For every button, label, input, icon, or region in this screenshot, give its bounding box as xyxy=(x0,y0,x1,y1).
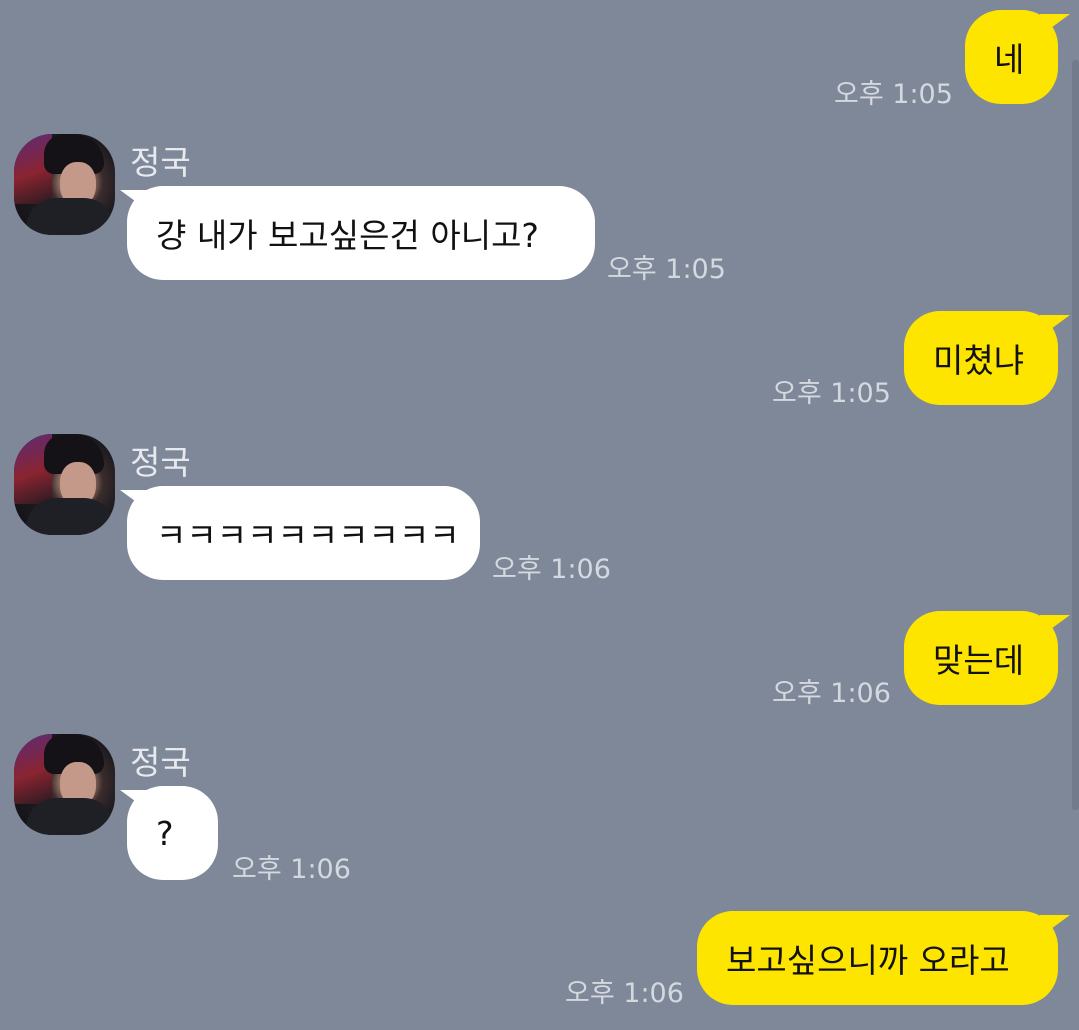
message-text: 걍 내가 보고싶은건 아니고? xyxy=(156,216,539,255)
message-text: ㅋㅋㅋㅋㅋㅋㅋㅋㅋㅋ xyxy=(156,516,460,555)
message-timestamp: 오후 1:05 xyxy=(607,254,726,285)
bubble-tail xyxy=(1040,315,1070,337)
message-timestamp: 오후 1:06 xyxy=(772,678,891,709)
bubble-tail xyxy=(1040,915,1070,937)
message-timestamp: 오후 1:06 xyxy=(232,854,351,885)
sender-name: 정국 xyxy=(130,143,191,182)
my-message-bubble[interactable]: 맞는데 xyxy=(904,611,1058,705)
their-message-bubble[interactable]: ㅋㅋㅋㅋㅋㅋㅋㅋㅋㅋ xyxy=(127,486,480,580)
sender-name: 정국 xyxy=(130,443,191,482)
avatar-body xyxy=(26,498,114,535)
message-text: 미쳤냐 xyxy=(933,341,1025,380)
message-text: ? xyxy=(156,813,174,853)
avatar[interactable] xyxy=(14,434,115,535)
my-message-bubble[interactable]: 미쳤냐 xyxy=(904,311,1058,405)
my-message-bubble[interactable]: 보고싶으니까 오라고 xyxy=(697,911,1058,1005)
message-timestamp: 오후 1:05 xyxy=(772,378,891,409)
avatar-body xyxy=(26,798,114,835)
message-timestamp: 오후 1:06 xyxy=(565,978,684,1009)
avatar-body xyxy=(26,198,114,235)
sender-name: 정국 xyxy=(130,743,191,782)
bubble-tail xyxy=(1040,14,1070,36)
bubble-tail xyxy=(1040,615,1070,637)
message-text: 맞는데 xyxy=(933,641,1025,680)
message-timestamp: 오후 1:06 xyxy=(492,554,611,585)
their-message-bubble[interactable]: ? xyxy=(127,786,218,880)
avatar[interactable] xyxy=(14,134,115,235)
avatar[interactable] xyxy=(14,734,115,835)
message-timestamp: 오후 1:05 xyxy=(834,79,953,110)
their-message-bubble[interactable]: 걍 내가 보고싶은건 아니고? xyxy=(127,186,595,280)
message-text: 보고싶으니까 오라고 xyxy=(726,941,1010,980)
scrollbar[interactable] xyxy=(1072,60,1079,810)
message-text: 네 xyxy=(994,40,1025,79)
